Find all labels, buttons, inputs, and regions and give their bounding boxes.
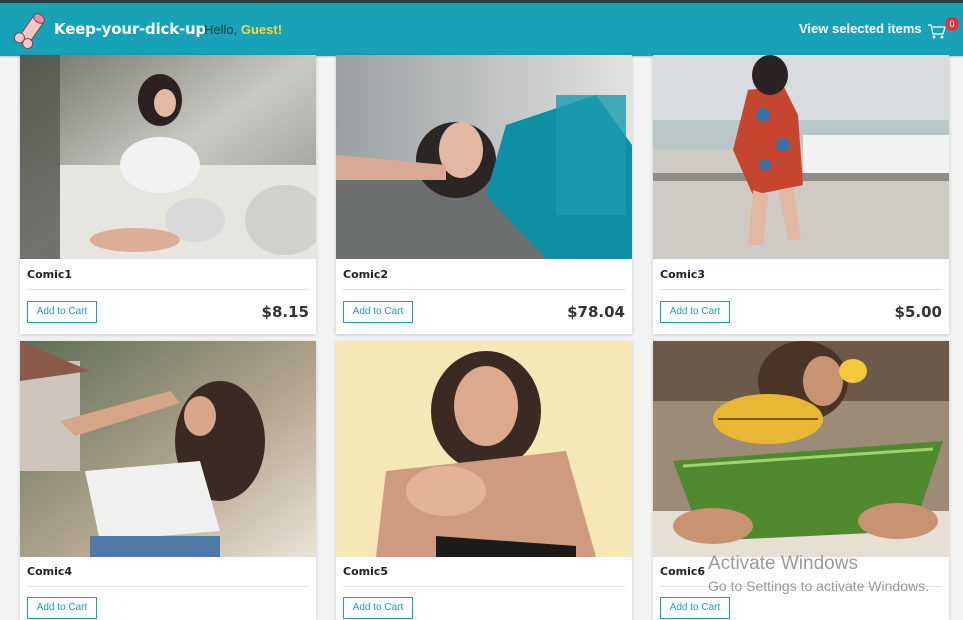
add-to-cart-button[interactable]: Add to Cart bbox=[660, 301, 730, 323]
product-image[interactable] bbox=[653, 55, 949, 259]
product-card: Comic3 Add to Cart $5.00 bbox=[653, 55, 949, 334]
divider bbox=[660, 289, 942, 290]
product-title[interactable]: Comic2 bbox=[343, 268, 388, 281]
add-to-cart-button[interactable]: Add to Cart bbox=[660, 597, 730, 619]
cart-icon[interactable] bbox=[927, 22, 947, 40]
product-title[interactable]: Comic1 bbox=[27, 268, 72, 281]
product-image[interactable] bbox=[653, 341, 949, 557]
product-image[interactable] bbox=[20, 341, 316, 557]
watermark-subtitle: Go to Settings to activate Windows. bbox=[708, 578, 929, 594]
divider bbox=[343, 289, 625, 290]
product-title[interactable]: Comic6 bbox=[660, 565, 705, 578]
product-card: Comic5 Add to Cart bbox=[336, 341, 632, 620]
navbar: Keep-your-dick-up Hello, Guest! View sel… bbox=[0, 3, 963, 56]
divider bbox=[27, 289, 309, 290]
logo-icon[interactable] bbox=[12, 9, 50, 51]
product-image[interactable] bbox=[20, 55, 316, 259]
add-to-cart-button[interactable]: Add to Cart bbox=[27, 597, 97, 619]
add-to-cart-button[interactable]: Add to Cart bbox=[27, 301, 97, 323]
product-card: Comic2 Add to Cart $78.04 bbox=[336, 55, 632, 334]
brand-title[interactable]: Keep-your-dick-up bbox=[54, 20, 206, 38]
product-price: $5.00 bbox=[894, 303, 942, 321]
product-price: $8.15 bbox=[261, 303, 309, 321]
product-card: Comic1 Add to Cart $8.15 bbox=[20, 55, 316, 334]
cart-count-badge: 0 bbox=[945, 17, 959, 31]
product-image[interactable] bbox=[336, 55, 632, 259]
product-card: Comic4 Add to Cart bbox=[20, 341, 316, 620]
product-price: $78.04 bbox=[567, 303, 625, 321]
watermark-title: Activate Windows bbox=[708, 553, 858, 574]
add-to-cart-button[interactable]: Add to Cart bbox=[343, 597, 413, 619]
product-title[interactable]: Comic4 bbox=[27, 565, 72, 578]
view-selected-items-link[interactable]: View selected items bbox=[799, 21, 922, 36]
product-title[interactable]: Comic5 bbox=[343, 565, 388, 578]
user-name: Guest! bbox=[240, 22, 283, 37]
divider bbox=[343, 586, 625, 587]
greeting-text: Hello, bbox=[204, 22, 238, 37]
add-to-cart-button[interactable]: Add to Cart bbox=[343, 301, 413, 323]
greeting: Hello, Guest! bbox=[204, 22, 282, 37]
divider bbox=[27, 586, 309, 587]
activate-windows-watermark: Activate Windows Go to Settings to activ… bbox=[708, 553, 929, 594]
product-title[interactable]: Comic3 bbox=[660, 268, 705, 281]
product-image[interactable] bbox=[336, 341, 632, 557]
